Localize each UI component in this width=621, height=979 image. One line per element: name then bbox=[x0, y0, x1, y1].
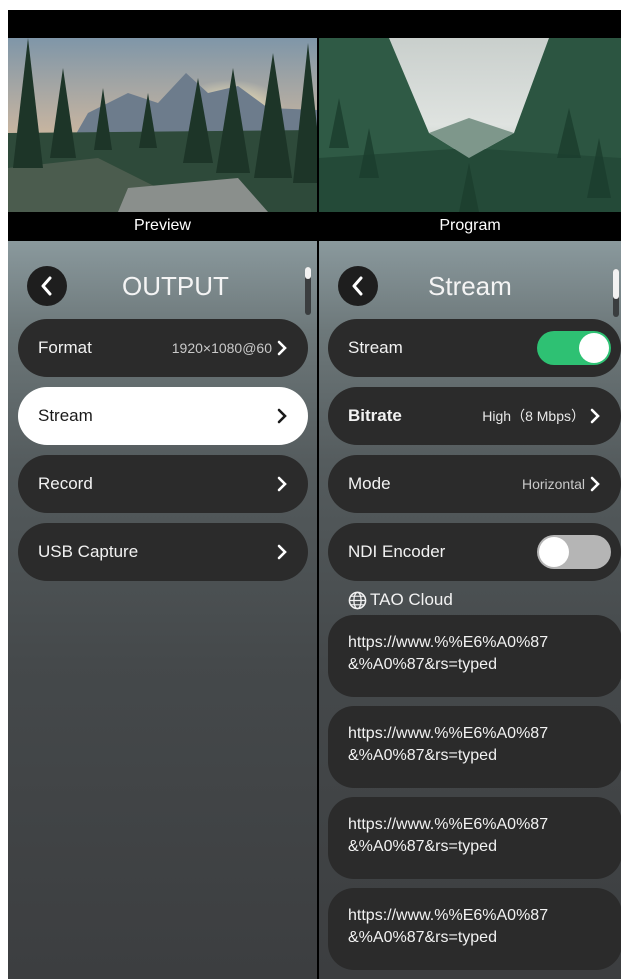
bitrate-value: High（8 Mbps） bbox=[482, 408, 585, 424]
bitrate-label: Bitrate bbox=[348, 406, 402, 425]
preview-label: Preview bbox=[8, 212, 317, 240]
chevron-left-icon bbox=[352, 276, 363, 296]
mode-label: Mode bbox=[348, 474, 391, 493]
chevron-right-icon bbox=[277, 408, 287, 424]
bitrate-row[interactable]: Bitrate High（8 Mbps） bbox=[328, 387, 621, 445]
toggle-knob bbox=[539, 537, 569, 567]
tao-cloud-section: TAO Cloud bbox=[348, 590, 453, 610]
output-item-format[interactable]: Format 1920×1080@60 bbox=[18, 319, 308, 377]
output-item-stream[interactable]: Stream bbox=[18, 387, 308, 445]
tao-cloud-label: TAO Cloud bbox=[370, 590, 453, 609]
chevron-right-icon bbox=[590, 476, 600, 492]
preview-monitor[interactable] bbox=[8, 38, 317, 212]
program-label: Program bbox=[319, 212, 621, 240]
chevron-right-icon bbox=[277, 544, 287, 560]
stream-toggle-switch[interactable] bbox=[537, 331, 611, 365]
output-item-record[interactable]: Record bbox=[18, 455, 308, 513]
cloud-url-item[interactable]: https://www.%%E6%A0%87 &%A0%87&rs=typed bbox=[328, 797, 621, 879]
cloud-url-item[interactable]: https://www.%%E6%A0%87 &%A0%87&rs=typed bbox=[328, 615, 621, 697]
chevron-left-icon bbox=[41, 276, 52, 296]
url-line: https://www.%%E6%A0%87 bbox=[348, 907, 549, 924]
ndi-encoder-row: NDI Encoder bbox=[328, 523, 621, 581]
cloud-url-item[interactable]: https://www.%%E6%A0%87 &%A0%87&rs=typed bbox=[328, 706, 621, 788]
stream-back-button[interactable] bbox=[338, 266, 378, 306]
stream-title: Stream bbox=[428, 271, 512, 301]
cloud-url-item[interactable]: https://www.%%E6%A0%87 &%A0%87&rs=typed bbox=[328, 888, 621, 970]
chevron-right-icon bbox=[277, 476, 287, 492]
output-title: OUTPUT bbox=[122, 271, 229, 301]
program-monitor[interactable] bbox=[319, 38, 621, 212]
program-image bbox=[319, 38, 621, 212]
output-panel: OUTPUT Format 1920×1080@60 Stream Record… bbox=[8, 241, 317, 979]
url-line: &%A0%87&rs=typed bbox=[348, 838, 497, 855]
url-line: https://www.%%E6%A0%87 bbox=[348, 634, 549, 651]
format-value: 1920×1080@60 bbox=[171, 340, 272, 356]
url-line: https://www.%%E6%A0%87 bbox=[348, 725, 549, 742]
record-label: Record bbox=[38, 474, 93, 493]
globe-icon bbox=[348, 591, 367, 609]
mode-row[interactable]: Mode Horizontal bbox=[328, 455, 621, 513]
url-line: &%A0%87&rs=typed bbox=[348, 747, 497, 764]
output-scroll-thumb[interactable] bbox=[305, 267, 311, 279]
usb-capture-label: USB Capture bbox=[38, 542, 139, 561]
url-line: https://www.%%E6%A0%87 bbox=[348, 816, 549, 833]
stream-toggle-row: Stream bbox=[328, 319, 621, 377]
stream-label: Stream bbox=[38, 406, 93, 425]
output-item-usb-capture[interactable]: USB Capture bbox=[18, 523, 308, 581]
chevron-right-icon bbox=[590, 408, 600, 424]
toggle-knob bbox=[579, 333, 609, 363]
url-line: &%A0%87&rs=typed bbox=[348, 929, 497, 946]
app-frame: Preview Program OUTPUT Format 1920×1080@… bbox=[8, 10, 621, 979]
preview-image bbox=[8, 38, 317, 212]
chevron-right-icon bbox=[277, 340, 287, 356]
output-back-button[interactable] bbox=[27, 266, 67, 306]
mode-value: Horizontal bbox=[521, 476, 585, 492]
stream-scroll-thumb[interactable] bbox=[613, 269, 619, 299]
format-label: Format bbox=[38, 338, 92, 357]
ndi-encoder-toggle-switch[interactable] bbox=[537, 535, 611, 569]
url-line: &%A0%87&rs=typed bbox=[348, 656, 497, 673]
